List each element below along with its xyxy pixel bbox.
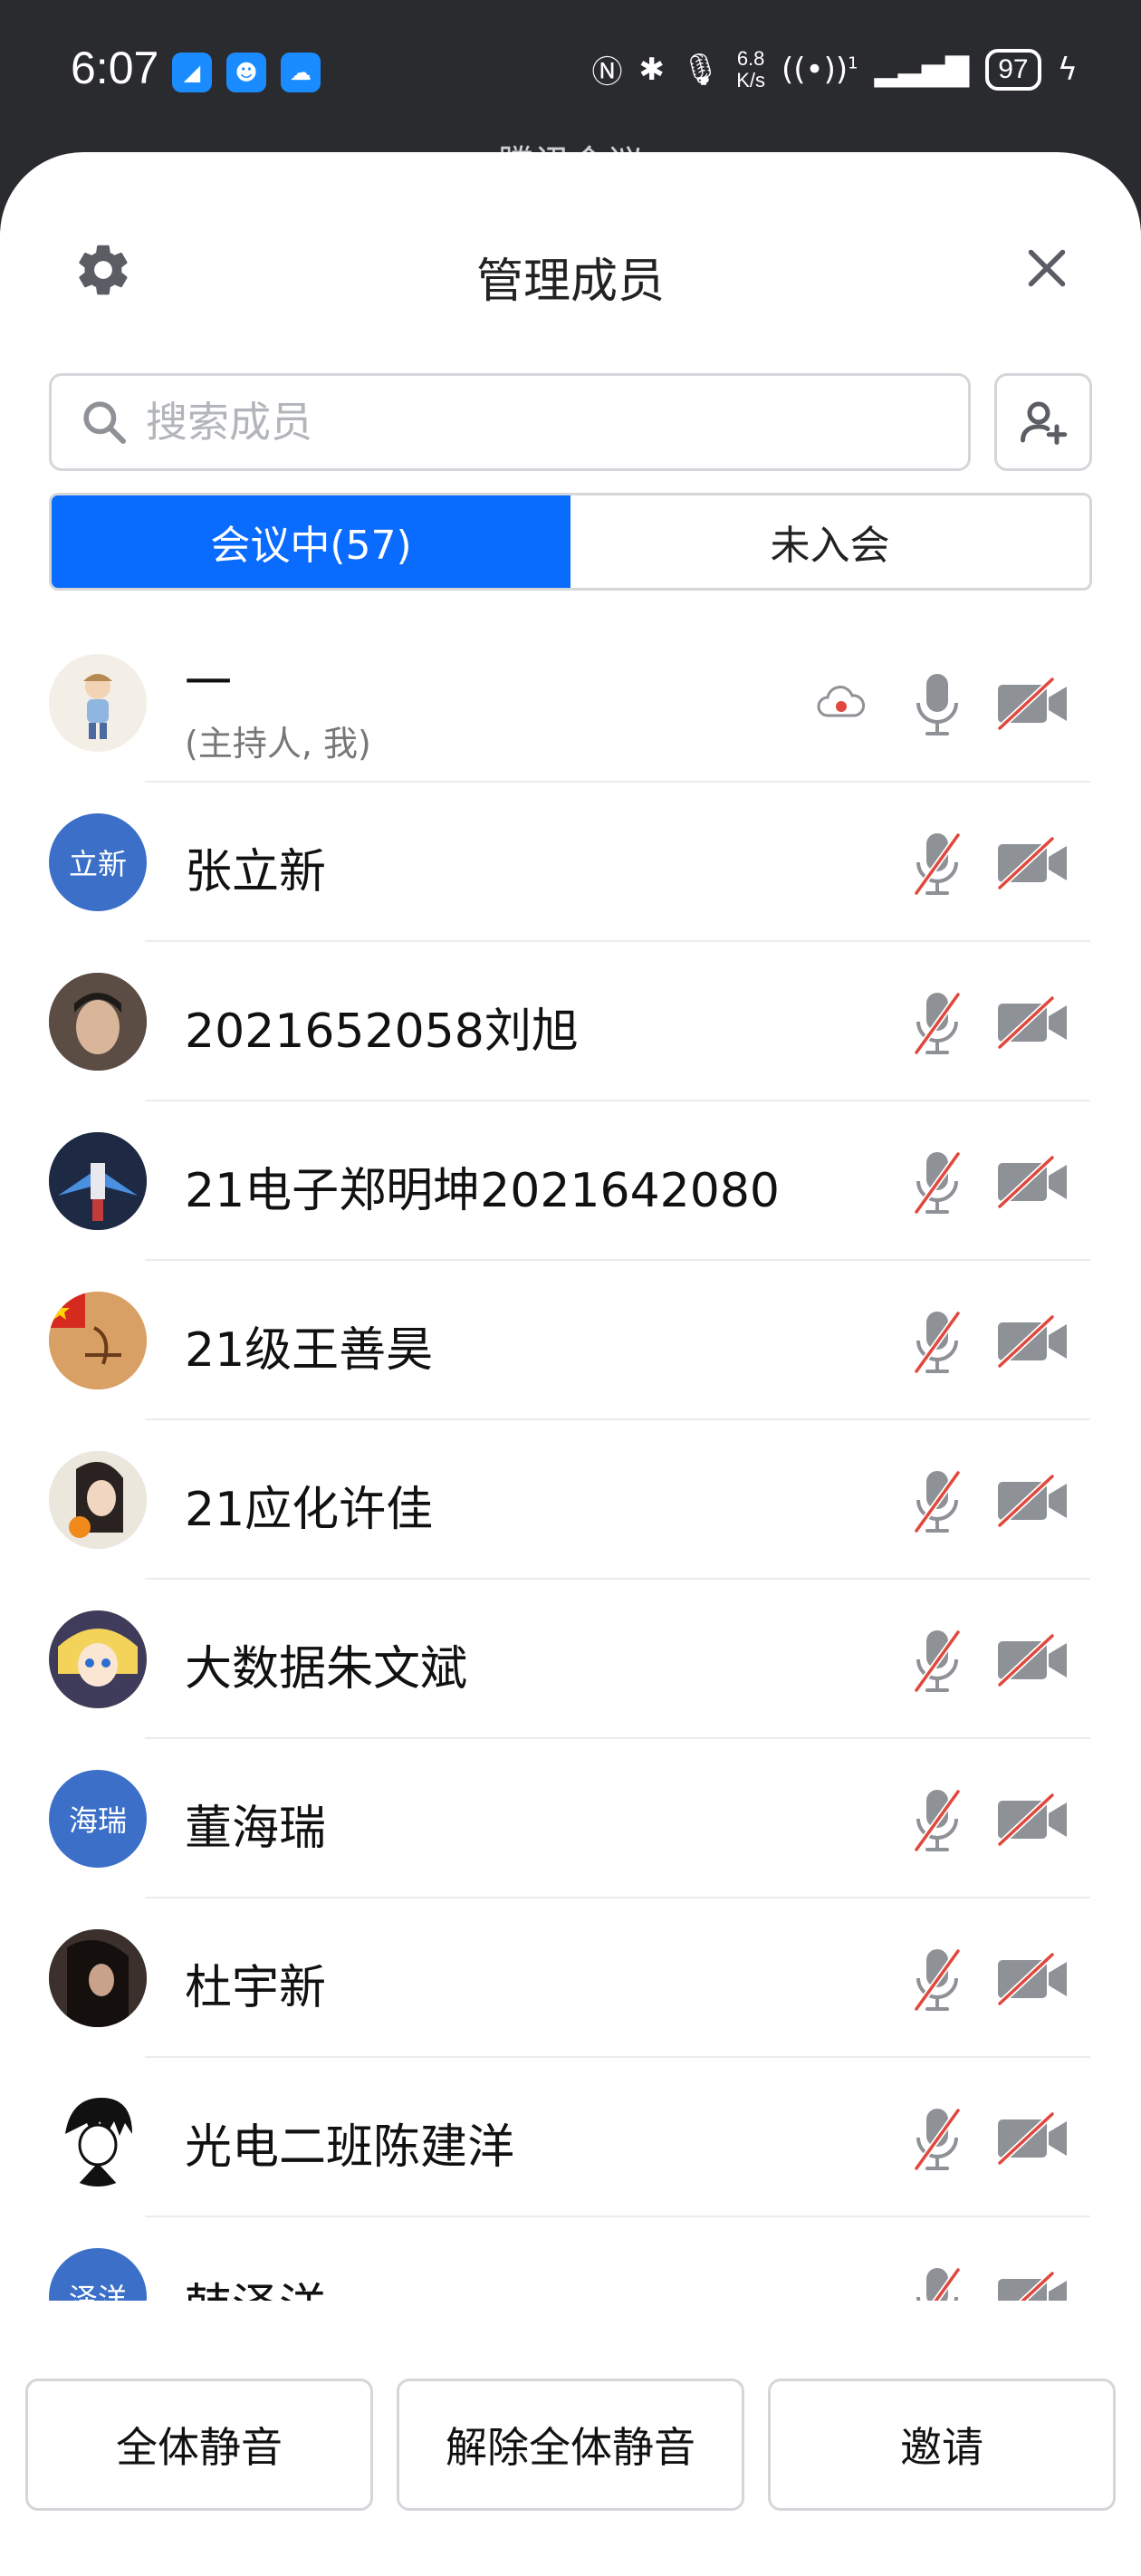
mic-off-icon[interactable] — [911, 2264, 964, 2301]
camera-off-icon[interactable] — [996, 995, 1069, 1051]
member-name: 杜宇新 — [185, 1961, 327, 2015]
member-name: 21应化许佳 — [185, 1483, 434, 1537]
member-row[interactable]: 大数据朱文斌 — [0, 1580, 1141, 1739]
avatar-image — [49, 1929, 147, 2027]
mic-off-icon[interactable] — [911, 989, 964, 1058]
member-row[interactable]: 海瑞 董海瑞 — [0, 1739, 1141, 1898]
charging-icon: ϟ — [1057, 51, 1078, 88]
camera-off-icon[interactable] — [996, 676, 1069, 732]
avatar — [49, 1292, 147, 1389]
member-row[interactable]: 21级王善昊 — [0, 1261, 1141, 1420]
camera-off-icon[interactable] — [996, 835, 1069, 891]
manage-members-sheet: 管理成员 会议中(57) 未入会 — [0, 152, 1141, 2576]
member-row[interactable]: 杜宇新 — [0, 1898, 1141, 2058]
signal-sup: 1 — [848, 53, 858, 73]
tab-in-meeting[interactable]: 会议中(57) — [52, 495, 570, 588]
net-speed-unit: K/s — [736, 68, 766, 91]
avatar — [49, 1451, 147, 1549]
mic-on-icon[interactable] — [911, 670, 964, 739]
avatar-image — [49, 1610, 147, 1708]
mic-off-icon[interactable] — [911, 1308, 964, 1377]
status-bar: 6:07 ◢ ☻ ☁ Ⓝ ✱ 🎙︎ 6.8 K/s ((•))1 ▂▃▅▇ 97 … — [0, 0, 1141, 185]
mic-off-icon[interactable] — [911, 830, 964, 899]
member-role: (主持人, 我) — [185, 724, 371, 764]
tab-not-joined[interactable]: 未入会 — [570, 495, 1089, 588]
avatar — [49, 2089, 147, 2187]
add-member-button[interactable] — [994, 373, 1092, 471]
avatar — [49, 1610, 147, 1708]
mic-off-icon[interactable] — [911, 1786, 964, 1855]
signal-icon: ▂▃▅▇ — [874, 51, 970, 88]
avatar: 立新 — [49, 813, 147, 911]
cloud-recording-icon — [817, 686, 866, 717]
member-tabs: 会议中(57) 未入会 — [49, 493, 1092, 591]
member-row[interactable]: 21应化许佳 — [0, 1420, 1141, 1580]
mic-off-icon[interactable] — [911, 1627, 964, 1696]
net-speed: 6.8 K/s — [736, 46, 766, 91]
avatar-image — [49, 1132, 147, 1230]
camera-off-icon[interactable] — [996, 1313, 1069, 1370]
avatar — [49, 1929, 147, 2027]
add-user-icon — [1021, 401, 1068, 445]
mic-off-icon[interactable] — [911, 1946, 964, 2014]
camera-off-icon[interactable] — [996, 1792, 1069, 1848]
member-name: 张立新 — [185, 845, 327, 899]
member-row[interactable]: 21电子郑明坤2021642080 — [0, 1101, 1141, 1261]
avatar-image — [49, 1451, 147, 1549]
unmute-all-button[interactable]: 解除全体静音 — [397, 2379, 744, 2511]
avatar — [49, 1132, 147, 1230]
mute-all-button[interactable]: 全体静音 — [25, 2379, 373, 2511]
camera-off-icon[interactable] — [996, 1951, 1069, 2007]
member-name: 光电二班陈建洋 — [185, 2120, 515, 2175]
member-row[interactable]: 2021652058刘旭 — [0, 942, 1141, 1101]
camera-off-icon[interactable] — [996, 2110, 1069, 2167]
search-input[interactable] — [146, 398, 943, 447]
footer-actions: 全体静音 解除全体静音 邀请 — [0, 2301, 1141, 2576]
invite-button[interactable]: 邀请 — [768, 2379, 1116, 2511]
avatar-image — [49, 2089, 147, 2187]
member-name: 21级王善昊 — [185, 1323, 434, 1378]
member-name: 21电子郑明坤2021642080 — [185, 1164, 781, 1218]
app-notification-icon: ◢ — [172, 53, 212, 92]
bluetooth-icon: ✱ — [638, 51, 666, 88]
page-title: 管理成员 — [475, 255, 665, 309]
member-row[interactable]: 立新 张立新 — [0, 783, 1141, 942]
nfc-icon: Ⓝ — [591, 54, 623, 91]
member-name: 大数据朱文斌 — [185, 1642, 468, 1697]
camera-off-icon[interactable] — [996, 1632, 1069, 1688]
avatar — [49, 654, 147, 752]
mic-off-icon[interactable] — [911, 1149, 964, 1217]
avatar-image — [49, 973, 147, 1071]
member-list[interactable]: 一 (主持人, 我) 立新 张立新 2021652058刘旭 21电子郑明坤20… — [0, 623, 1141, 2301]
close-icon[interactable] — [1020, 241, 1074, 295]
mic-off-icon[interactable] — [911, 1467, 964, 1536]
member-name: 一 — [185, 657, 233, 711]
member-name: 2021652058刘旭 — [185, 1004, 579, 1059]
status-time: 6:07 — [71, 43, 159, 93]
camera-off-icon[interactable] — [996, 1473, 1069, 1529]
search-icon — [83, 401, 127, 445]
mic-off-icon[interactable] — [911, 2105, 964, 2174]
member-name: 董海瑞 — [185, 1802, 327, 1856]
member-row-host[interactable]: 一 (主持人, 我) — [0, 623, 1141, 783]
camera-off-icon[interactable] — [996, 1154, 1069, 1210]
avatar: 海瑞 — [49, 1770, 147, 1868]
avatar — [49, 973, 147, 1071]
bot-notification-icon: ☻ — [226, 53, 266, 92]
camera-off-icon[interactable] — [996, 2270, 1069, 2301]
avatar-image — [83, 674, 112, 739]
status-icons: Ⓝ ✱ 🎙︎ 6.8 K/s ((•))1 ▂▃▅▇ 97 ϟ — [592, 47, 1078, 91]
member-row[interactable]: 泽洋 韩泽洋 — [0, 2217, 1141, 2301]
avatar-image — [49, 1292, 147, 1389]
search-box[interactable] — [49, 373, 971, 471]
member-name: 韩泽洋 — [185, 2268, 326, 2301]
member-row[interactable]: 光电二班陈建洋 — [0, 2058, 1141, 2217]
hotspot-icon: ((•))1 — [781, 51, 858, 88]
weather-notification-icon: ☁ — [281, 53, 321, 92]
mic-icon: 🎙︎ — [681, 51, 721, 88]
net-speed-value: 6.8 — [736, 46, 765, 70]
avatar: 泽洋 — [49, 2248, 147, 2301]
battery-indicator: 97 — [985, 48, 1041, 91]
